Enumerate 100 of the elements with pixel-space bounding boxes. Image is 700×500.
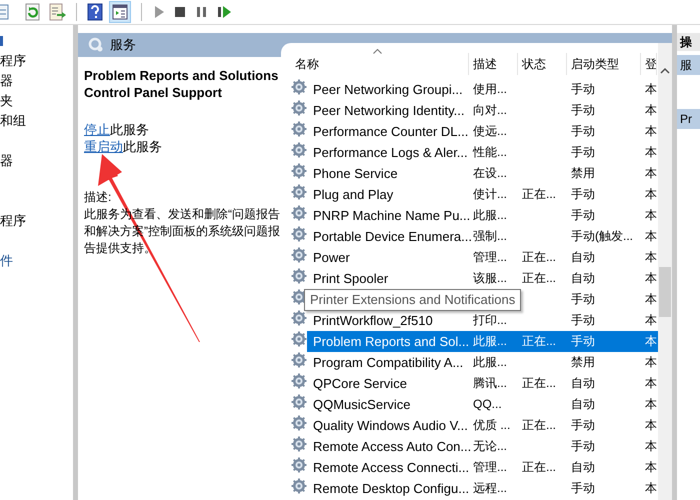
table-cell-text: 自动 [570,459,596,476]
description-label: 描述: [84,189,112,206]
service-name: Power [312,249,351,267]
service-row[interactable]: Print Spooler 该服... 正在... 自动 本 [291,268,658,289]
action-section-header[interactable]: Pr [677,109,700,129]
service-name: Quality Windows Audio V... [312,417,469,435]
service-row[interactable]: Performance Counter DL... 使远... 手动 本 [291,121,658,142]
action-section-header[interactable]: 服 [677,55,700,75]
table-cell-text: 手动 [570,207,596,224]
service-row[interactable]: Peer Networking Identity... 向对... 手动 本 [291,100,658,121]
resume-icon[interactable] [216,3,232,21]
table-cell-text: 本 [644,123,657,140]
table-cell-text: 本 [644,333,657,350]
service-name: PrintWorkflow_2f510 [312,312,434,330]
service-name: Peer Networking Groupi... [312,81,464,99]
action-link[interactable]: 重启动 [84,139,123,154]
tree-item[interactable]: 程序 [0,52,26,70]
service-name: Print Spooler [312,270,390,288]
column-header[interactable]: 名称 [291,53,469,75]
service-row[interactable]: Program Compatibility A... 此服... 禁用 本 [291,352,658,373]
table-cell-text: 优质 ... [472,417,512,434]
export-icon[interactable] [48,3,66,21]
action-link[interactable]: 停止 [84,122,110,137]
panel-title: 服务 [110,36,136,54]
table-cell-text: 本 [644,459,657,476]
table-cell-text: 手动 [570,480,596,497]
table-cell-text: 手动 [570,81,596,98]
service-name: Performance Counter DL... [312,123,469,141]
tree-item[interactable]: 程序 [0,212,26,230]
tree-item[interactable]: 夹 [0,92,13,110]
table-cell-text: 禁用 [570,165,596,182]
table-cell-text: 此服... [472,207,508,224]
table-cell-text: 正在... [521,333,558,350]
service-name: Performance Logs & Aler... [312,144,469,162]
table-cell-text: 本 [644,186,657,203]
service-name: Peer Networking Identity... [312,102,466,120]
table-cell-text: 腾讯... [472,375,508,392]
column-header[interactable]: 启动类型 [567,53,641,75]
help-icon[interactable] [87,3,103,21]
table-cell-text: 性能... [472,144,508,161]
table-cell-text: 本 [644,270,657,287]
column-header[interactable]: 状态 [518,53,567,75]
tree-item[interactable]: 和组 [0,112,26,130]
service-name: Plug and Play [312,186,394,204]
service-name: Problem Reports and Sol... [312,333,469,351]
service-row[interactable]: QPCore Service 腾讯... 正在... 自动 本 [291,373,658,394]
table-cell-text: 本 [644,291,657,308]
service-row[interactable]: Problem Reports and Sol... 此服... 正在... 手动 本 [291,331,658,352]
table-cell-text: 本 [644,354,657,371]
table-cell-text: 向对... [472,102,508,119]
table-cell-text: 本 [644,102,657,119]
service-row[interactable]: PrintWorkflow_2f510 打印... 手动 本 [291,310,658,331]
service-row[interactable]: QQMusicService QQ... 自动 本 [291,394,658,415]
table-cell-text: 手动(触发... [570,228,634,245]
service-row[interactable]: Power 管理... 正在... 自动 本 [291,247,658,268]
service-name: Program Compatibility A... [312,354,464,372]
table-cell-text: 本 [644,375,657,392]
service-name: PNRP Machine Name Pu... [312,207,469,225]
service-row[interactable]: Performance Logs & Aler... 性能... 手动 本 [291,142,658,163]
table-cell-text: 手动 [570,123,596,140]
service-row[interactable]: Remote Desktop Configu... 远程... 手动 本 [291,478,658,499]
service-row[interactable]: Quality Windows Audio V... 优质 ... 正在... 手动 本 [291,415,658,436]
table-cell-text: 此服... [472,333,508,350]
tree-item[interactable]: 器 [0,72,13,90]
table-cell-text: 手动 [570,417,596,434]
table-cell-text: 本 [644,249,657,266]
action-text: 此服务 [123,139,162,154]
table-cell-text: 手动 [570,102,596,119]
list-icon[interactable] [0,3,10,21]
service-row[interactable]: Phone Service 在设... 禁用 本 [291,163,658,184]
column-header[interactable]: 描述 [469,53,518,75]
table-cell-text: 本 [644,144,657,161]
table-cell-text: 本 [644,480,657,497]
service-row[interactable]: Plug and Play 使计... 正在... 手动 本 [291,184,658,205]
service-row[interactable]: PNRP Machine Name Pu... 此服... 手动 本 [291,205,658,226]
table-cell-text: 自动 [570,375,596,392]
table-cell-text: 自动 [570,249,596,266]
service-name: Phone Service [312,165,399,183]
tree-item[interactable]: 件 [0,252,13,270]
service-row[interactable]: Printer Extensions and Notifications 手动 本 [291,289,658,310]
tree-item[interactable]: 器 [0,152,13,170]
table-cell-text: 本 [644,417,657,434]
service-name: QPCore Service [312,375,408,393]
play-icon[interactable] [152,3,166,21]
table-cell-text: 正在... [521,186,558,203]
console-view-icon[interactable] [109,1,131,23]
scrollbar[interactable] [658,43,672,500]
service-row[interactable]: Remote Access Connecti... 管理... 正在... 自动 本 [291,457,658,478]
service-name: Remote Access Connecti... [312,459,469,477]
service-row[interactable]: Remote Access Auto Con...无论... 手动 本 [291,436,658,457]
table-cell-text: 使计... [472,186,508,203]
table-cell-text: 手动 [570,333,596,350]
table-cell-text: QQ... [472,396,503,413]
refresh-icon[interactable] [24,3,42,21]
table-cell-text: 无论... [472,438,508,455]
table-cell-text: 管理... [472,459,508,476]
service-row[interactable]: Portable Device Enumera...强制... 手动(触发... 本 [291,226,658,247]
scrollbar-thumb[interactable] [659,267,671,317]
service-row[interactable]: Peer Networking Groupi... 使用... 手动 本 [291,79,658,100]
table-cell-text: 远程... [472,480,508,497]
